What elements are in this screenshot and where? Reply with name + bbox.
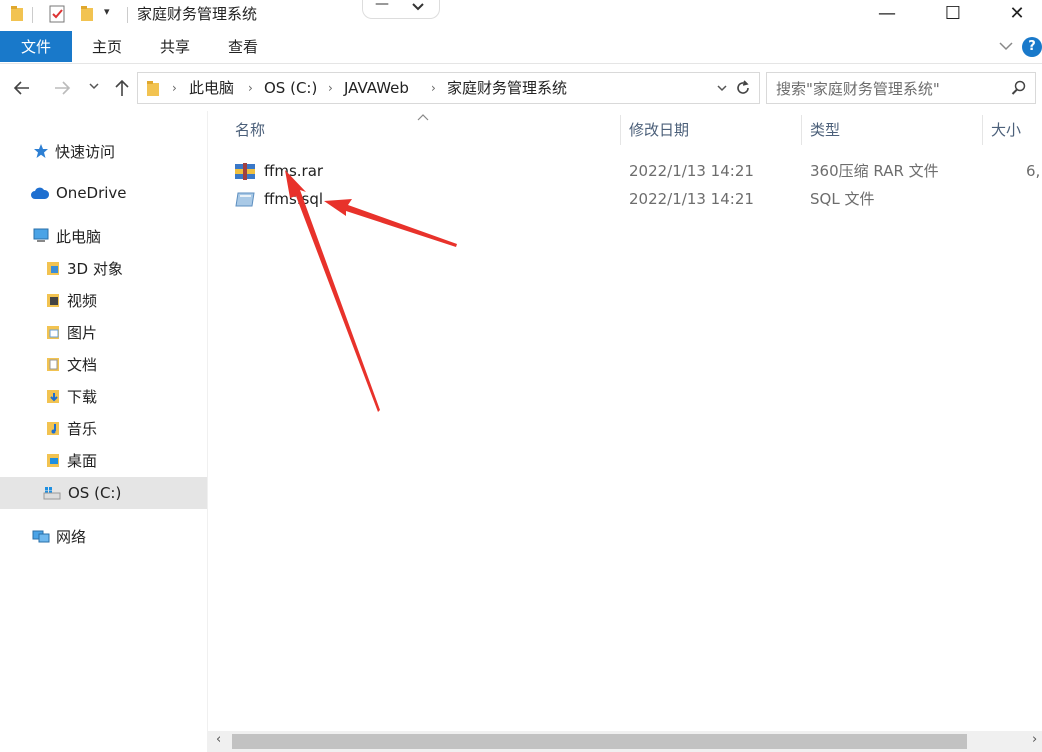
horizontal-scrollbar[interactable]: ‹ › — [208, 731, 1042, 752]
annotation-arrow-to-sql — [324, 199, 457, 247]
scroll-right-icon[interactable]: › — [1032, 732, 1037, 747]
annotation-arrows — [285, 170, 457, 412]
scroll-left-icon[interactable]: ‹ — [216, 732, 221, 747]
scrollbar-thumb[interactable] — [232, 734, 967, 749]
